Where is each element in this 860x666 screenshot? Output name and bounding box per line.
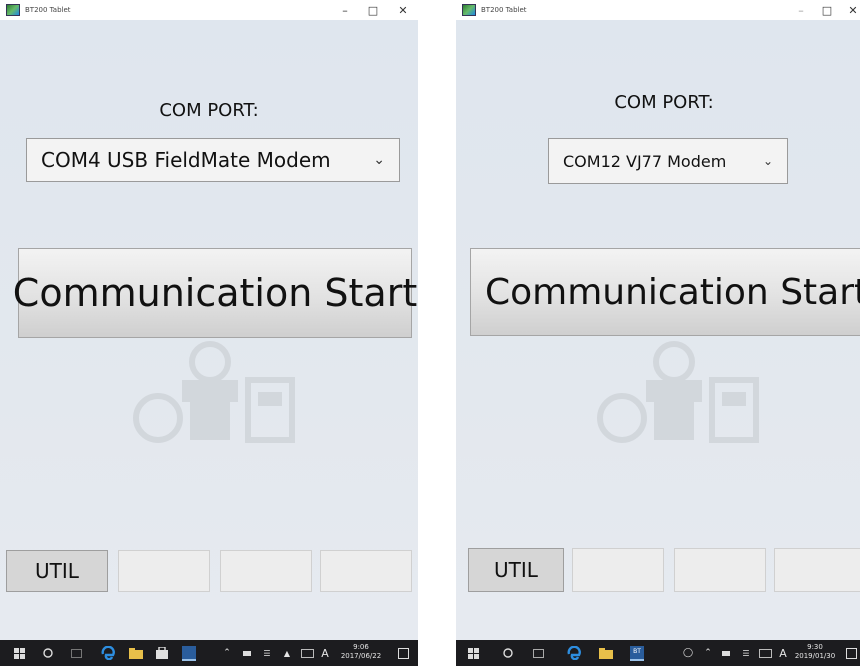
chevron-down-icon: ⌄ xyxy=(373,152,385,168)
left-screenshot: BT200 Tablet – □ ✕ COM PORT: COM4 USB Fi… xyxy=(0,0,418,666)
bt200-app-icon[interactable]: BT xyxy=(624,640,650,666)
windows-start-icon[interactable] xyxy=(460,640,486,666)
transmitter-watermark-icon xyxy=(133,341,295,443)
minimize-icon[interactable]: – xyxy=(788,0,814,20)
app-body: COM PORT: COM12 VJ77 Modem ⌄ Communicati… xyxy=(456,20,860,640)
windows-start-icon[interactable] xyxy=(6,640,32,666)
util-button[interactable]: UTIL xyxy=(6,550,108,592)
taskbar-clock[interactable]: 9:30 2019/01/30 xyxy=(790,643,840,661)
com-port-select[interactable]: COM4 USB FieldMate Modem ⌄ xyxy=(26,138,400,182)
title-bar: BT200 Tablet – □ ✕ xyxy=(456,0,860,20)
function-button-2[interactable] xyxy=(118,550,210,592)
task-view-icon[interactable] xyxy=(526,640,550,666)
battery-icon[interactable] xyxy=(718,640,734,666)
function-button-3[interactable] xyxy=(674,548,766,592)
chevron-down-icon: ⌄ xyxy=(762,154,773,168)
function-button-3[interactable] xyxy=(220,550,312,592)
com-port-label: COM PORT: xyxy=(159,100,259,121)
input-language-icon[interactable]: A xyxy=(776,640,790,666)
taskbar: BT ◯ ⌃ ☰ A 9:30 2019/01/30 xyxy=(456,640,860,666)
battery-icon[interactable] xyxy=(238,640,256,666)
communication-start-button[interactable]: Communication Start xyxy=(13,248,417,338)
clock-date: 2019/01/30 xyxy=(794,652,836,660)
com-port-select[interactable]: COM12 VJ77 Modem ⌄ xyxy=(548,138,788,184)
taskbar: ⌃ ☰ ▲ A 9:06 2017/06/22 xyxy=(0,640,418,666)
maximize-icon[interactable]: □ xyxy=(360,0,386,20)
network-icon[interactable]: ☰ xyxy=(258,640,276,666)
com-port-value: COM4 USB FieldMate Modem xyxy=(41,148,331,172)
clock-date: 2017/06/22 xyxy=(340,652,382,660)
app-window-icon xyxy=(6,4,20,16)
window-title: BT200 Tablet xyxy=(481,6,527,14)
close-icon[interactable]: ✕ xyxy=(390,0,416,20)
task-view-icon[interactable] xyxy=(64,640,88,666)
notification-icon[interactable] xyxy=(842,640,860,666)
folder-icon[interactable] xyxy=(124,640,148,666)
people-icon[interactable]: ◯ xyxy=(680,640,696,666)
com-port-label: COM PORT: xyxy=(614,92,714,113)
minimize-icon[interactable]: – xyxy=(332,0,358,20)
app-window-icon xyxy=(462,4,476,16)
right-screenshot: BT200 Tablet – □ ✕ COM PORT: COM12 VJ77 … xyxy=(456,0,860,666)
window-title: BT200 Tablet xyxy=(25,6,71,14)
network-icon[interactable]: ☰ xyxy=(738,640,754,666)
transmitter-watermark-icon xyxy=(597,341,759,443)
app-body: COM PORT: COM4 USB FieldMate Modem ⌄ Com… xyxy=(0,20,418,640)
chevron-up-icon[interactable]: ⌃ xyxy=(700,640,716,666)
edge-icon[interactable] xyxy=(562,640,586,666)
folder-icon[interactable] xyxy=(594,640,618,666)
function-button-4[interactable] xyxy=(320,550,412,592)
taskbar-clock[interactable]: 9:06 2017/06/22 xyxy=(336,643,386,661)
clock-time: 9:06 xyxy=(353,643,369,651)
function-button-2[interactable] xyxy=(572,548,664,592)
maximize-icon[interactable]: □ xyxy=(814,0,840,20)
search-circle-icon[interactable] xyxy=(496,640,520,666)
keyboard-icon[interactable] xyxy=(298,640,316,666)
keyboard-icon[interactable] xyxy=(756,640,774,666)
title-bar: BT200 Tablet – □ ✕ xyxy=(0,0,418,20)
clock-time: 9:30 xyxy=(807,643,823,651)
com-port-value: COM12 VJ77 Modem xyxy=(563,151,727,171)
search-circle-icon[interactable] xyxy=(36,640,60,666)
chevron-up-icon[interactable]: ⌃ xyxy=(218,640,236,666)
notification-icon[interactable] xyxy=(392,640,414,666)
volume-icon[interactable]: ▲ xyxy=(278,640,296,666)
edge-icon[interactable] xyxy=(96,640,120,666)
function-button-4[interactable] xyxy=(774,548,860,592)
input-language-icon[interactable]: A xyxy=(318,640,332,666)
communication-start-button[interactable]: Communication Start xyxy=(470,248,860,336)
close-icon[interactable]: ✕ xyxy=(840,0,860,20)
bt200-app-icon[interactable] xyxy=(176,640,202,666)
store-icon[interactable] xyxy=(150,640,174,666)
util-button[interactable]: UTIL xyxy=(468,548,564,592)
